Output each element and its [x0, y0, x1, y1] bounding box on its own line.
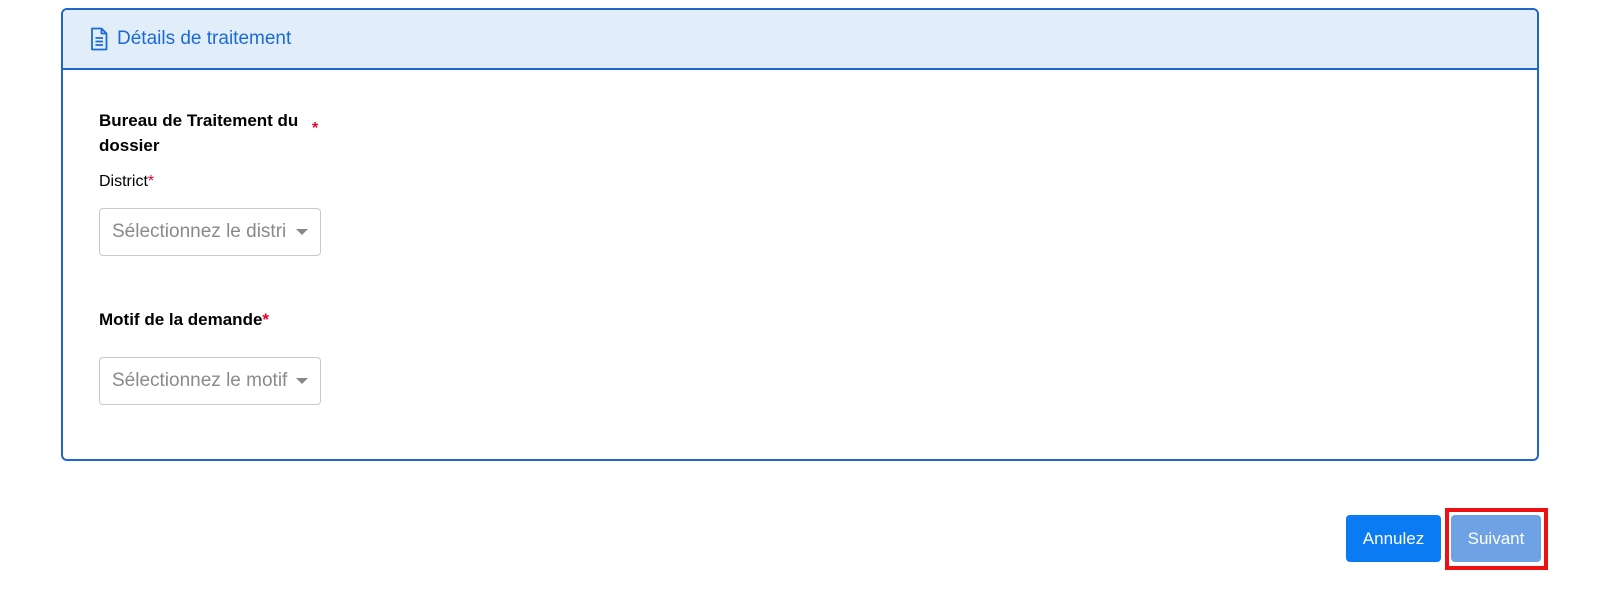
motif-label-text: Motif de la demande	[99, 310, 263, 329]
card-title: Détails de traitement	[117, 28, 292, 49]
card-header: Détails de traitement	[63, 10, 1537, 70]
caret-down-icon	[296, 378, 308, 384]
motif-select[interactable]: Sélectionnez le motif	[99, 357, 321, 405]
bureau-required-mark: *	[312, 120, 319, 137]
caret-down-icon	[296, 229, 308, 235]
motif-required-mark: *	[262, 310, 270, 329]
district-label: District*	[99, 173, 154, 191]
motif-label: Motif de la demande*	[99, 310, 269, 330]
document-icon	[89, 27, 109, 51]
treatment-details-card: Détails de traitement Bureau de Traiteme…	[61, 8, 1539, 461]
district-select-placeholder: Sélectionnez le distri	[112, 221, 287, 242]
motif-select-placeholder: Sélectionnez le motif	[112, 370, 288, 391]
next-button[interactable]: Suivant	[1451, 515, 1541, 562]
bureau-section-title: Bureau de Traitement du dossier	[99, 111, 299, 155]
district-required-mark: *	[147, 173, 155, 190]
district-select[interactable]: Sélectionnez le distri	[99, 208, 321, 256]
cancel-button[interactable]: Annulez	[1346, 515, 1441, 562]
district-label-text: District	[99, 173, 148, 190]
